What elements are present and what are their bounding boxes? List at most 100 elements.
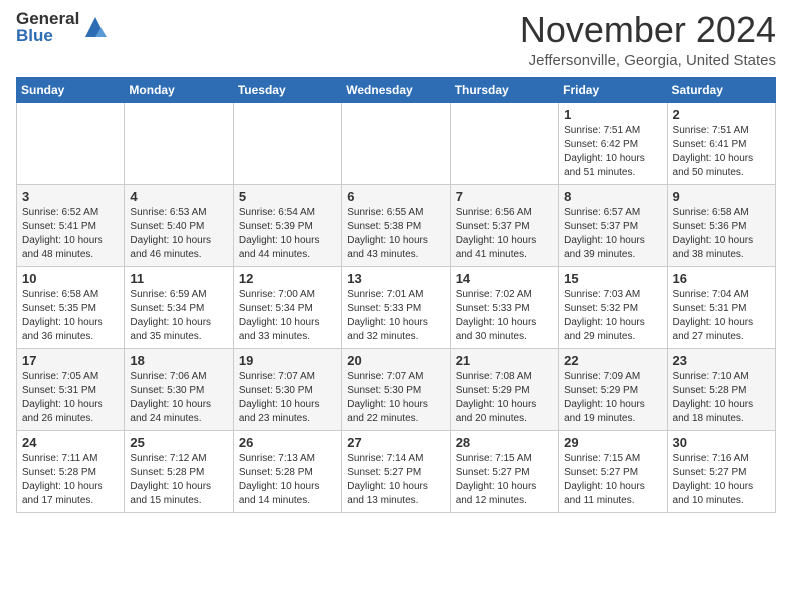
day-info: Sunrise: 6:58 AMSunset: 5:35 PMDaylight:… — [22, 289, 103, 342]
table-row: 29 Sunrise: 7:15 AMSunset: 5:27 PMDaylig… — [559, 430, 667, 512]
day-info: Sunrise: 7:01 AMSunset: 5:33 PMDaylight:… — [347, 289, 428, 342]
table-row: 11 Sunrise: 6:59 AMSunset: 5:34 PMDaylig… — [125, 266, 233, 348]
table-row: 5 Sunrise: 6:54 AMSunset: 5:39 PMDayligh… — [233, 184, 341, 266]
page: General Blue November 2024 Jeffersonvill… — [0, 0, 792, 523]
logo-icon — [81, 13, 109, 41]
logo: General Blue — [16, 10, 109, 44]
day-info: Sunrise: 6:52 AMSunset: 5:41 PMDaylight:… — [22, 207, 103, 260]
table-row: 15 Sunrise: 7:03 AMSunset: 5:32 PMDaylig… — [559, 266, 667, 348]
calendar-week-3: 10 Sunrise: 6:58 AMSunset: 5:35 PMDaylig… — [17, 266, 776, 348]
col-wednesday: Wednesday — [342, 77, 450, 102]
col-sunday: Sunday — [17, 77, 125, 102]
day-info: Sunrise: 7:07 AMSunset: 5:30 PMDaylight:… — [239, 371, 320, 424]
calendar-table: Sunday Monday Tuesday Wednesday Thursday… — [16, 77, 776, 513]
day-number: 24 — [22, 435, 119, 450]
table-row: 3 Sunrise: 6:52 AMSunset: 5:41 PMDayligh… — [17, 184, 125, 266]
day-number: 5 — [239, 189, 336, 204]
table-row: 13 Sunrise: 7:01 AMSunset: 5:33 PMDaylig… — [342, 266, 450, 348]
table-row: 23 Sunrise: 7:10 AMSunset: 5:28 PMDaylig… — [667, 348, 775, 430]
table-row — [450, 102, 558, 184]
day-number: 8 — [564, 189, 661, 204]
day-info: Sunrise: 7:13 AMSunset: 5:28 PMDaylight:… — [239, 453, 320, 506]
day-info: Sunrise: 7:51 AMSunset: 6:42 PMDaylight:… — [564, 125, 645, 178]
table-row: 6 Sunrise: 6:55 AMSunset: 5:38 PMDayligh… — [342, 184, 450, 266]
table-row: 22 Sunrise: 7:09 AMSunset: 5:29 PMDaylig… — [559, 348, 667, 430]
table-row: 4 Sunrise: 6:53 AMSunset: 5:40 PMDayligh… — [125, 184, 233, 266]
day-info: Sunrise: 6:55 AMSunset: 5:38 PMDaylight:… — [347, 207, 428, 260]
table-row: 30 Sunrise: 7:16 AMSunset: 5:27 PMDaylig… — [667, 430, 775, 512]
day-number: 4 — [130, 189, 227, 204]
day-info: Sunrise: 7:03 AMSunset: 5:32 PMDaylight:… — [564, 289, 645, 342]
day-number: 18 — [130, 353, 227, 368]
day-number: 6 — [347, 189, 444, 204]
col-friday: Friday — [559, 77, 667, 102]
day-info: Sunrise: 7:12 AMSunset: 5:28 PMDaylight:… — [130, 453, 211, 506]
table-row: 9 Sunrise: 6:58 AMSunset: 5:36 PMDayligh… — [667, 184, 775, 266]
day-info: Sunrise: 7:10 AMSunset: 5:28 PMDaylight:… — [673, 371, 754, 424]
table-row: 7 Sunrise: 6:56 AMSunset: 5:37 PMDayligh… — [450, 184, 558, 266]
day-number: 1 — [564, 107, 661, 122]
day-info: Sunrise: 7:11 AMSunset: 5:28 PMDaylight:… — [22, 453, 103, 506]
logo-general: General — [16, 10, 79, 27]
table-row: 19 Sunrise: 7:07 AMSunset: 5:30 PMDaylig… — [233, 348, 341, 430]
day-number: 28 — [456, 435, 553, 450]
table-row: 24 Sunrise: 7:11 AMSunset: 5:28 PMDaylig… — [17, 430, 125, 512]
day-number: 16 — [673, 271, 770, 286]
calendar-week-2: 3 Sunrise: 6:52 AMSunset: 5:41 PMDayligh… — [17, 184, 776, 266]
table-row: 2 Sunrise: 7:51 AMSunset: 6:41 PMDayligh… — [667, 102, 775, 184]
day-info: Sunrise: 6:54 AMSunset: 5:39 PMDaylight:… — [239, 207, 320, 260]
day-info: Sunrise: 6:56 AMSunset: 5:37 PMDaylight:… — [456, 207, 537, 260]
calendar-week-5: 24 Sunrise: 7:11 AMSunset: 5:28 PMDaylig… — [17, 430, 776, 512]
day-info: Sunrise: 7:04 AMSunset: 5:31 PMDaylight:… — [673, 289, 754, 342]
day-number: 21 — [456, 353, 553, 368]
table-row: 25 Sunrise: 7:12 AMSunset: 5:28 PMDaylig… — [125, 430, 233, 512]
col-saturday: Saturday — [667, 77, 775, 102]
table-row: 27 Sunrise: 7:14 AMSunset: 5:27 PMDaylig… — [342, 430, 450, 512]
day-number: 19 — [239, 353, 336, 368]
day-info: Sunrise: 7:09 AMSunset: 5:29 PMDaylight:… — [564, 371, 645, 424]
day-info: Sunrise: 6:59 AMSunset: 5:34 PMDaylight:… — [130, 289, 211, 342]
table-row — [233, 102, 341, 184]
table-row: 21 Sunrise: 7:08 AMSunset: 5:29 PMDaylig… — [450, 348, 558, 430]
day-info: Sunrise: 7:15 AMSunset: 5:27 PMDaylight:… — [456, 453, 537, 506]
day-info: Sunrise: 7:05 AMSunset: 5:31 PMDaylight:… — [22, 371, 103, 424]
logo-blue: Blue — [16, 27, 79, 44]
table-row: 20 Sunrise: 7:07 AMSunset: 5:30 PMDaylig… — [342, 348, 450, 430]
table-row — [125, 102, 233, 184]
table-row — [342, 102, 450, 184]
day-info: Sunrise: 7:00 AMSunset: 5:34 PMDaylight:… — [239, 289, 320, 342]
day-info: Sunrise: 6:53 AMSunset: 5:40 PMDaylight:… — [130, 207, 211, 260]
table-row: 8 Sunrise: 6:57 AMSunset: 5:37 PMDayligh… — [559, 184, 667, 266]
day-info: Sunrise: 7:51 AMSunset: 6:41 PMDaylight:… — [673, 125, 754, 178]
day-info: Sunrise: 7:02 AMSunset: 5:33 PMDaylight:… — [456, 289, 537, 342]
col-thursday: Thursday — [450, 77, 558, 102]
table-row: 18 Sunrise: 7:06 AMSunset: 5:30 PMDaylig… — [125, 348, 233, 430]
table-row: 14 Sunrise: 7:02 AMSunset: 5:33 PMDaylig… — [450, 266, 558, 348]
day-info: Sunrise: 6:58 AMSunset: 5:36 PMDaylight:… — [673, 207, 754, 260]
day-number: 17 — [22, 353, 119, 368]
table-row: 10 Sunrise: 6:58 AMSunset: 5:35 PMDaylig… — [17, 266, 125, 348]
table-row: 1 Sunrise: 7:51 AMSunset: 6:42 PMDayligh… — [559, 102, 667, 184]
logo-text: General Blue — [16, 10, 79, 44]
table-row: 12 Sunrise: 7:00 AMSunset: 5:34 PMDaylig… — [233, 266, 341, 348]
month-title: November 2024 — [520, 10, 776, 50]
day-info: Sunrise: 7:06 AMSunset: 5:30 PMDaylight:… — [130, 371, 211, 424]
day-number: 14 — [456, 271, 553, 286]
day-number: 11 — [130, 271, 227, 286]
table-row: 17 Sunrise: 7:05 AMSunset: 5:31 PMDaylig… — [17, 348, 125, 430]
day-number: 27 — [347, 435, 444, 450]
table-row: 28 Sunrise: 7:15 AMSunset: 5:27 PMDaylig… — [450, 430, 558, 512]
day-number: 29 — [564, 435, 661, 450]
day-number: 7 — [456, 189, 553, 204]
day-number: 2 — [673, 107, 770, 122]
calendar-week-1: 1 Sunrise: 7:51 AMSunset: 6:42 PMDayligh… — [17, 102, 776, 184]
day-number: 15 — [564, 271, 661, 286]
day-number: 26 — [239, 435, 336, 450]
day-number: 3 — [22, 189, 119, 204]
day-number: 20 — [347, 353, 444, 368]
day-number: 23 — [673, 353, 770, 368]
col-monday: Monday — [125, 77, 233, 102]
calendar-week-4: 17 Sunrise: 7:05 AMSunset: 5:31 PMDaylig… — [17, 348, 776, 430]
header: General Blue November 2024 Jeffersonvill… — [16, 10, 776, 69]
title-block: November 2024 Jeffersonville, Georgia, U… — [520, 10, 776, 69]
